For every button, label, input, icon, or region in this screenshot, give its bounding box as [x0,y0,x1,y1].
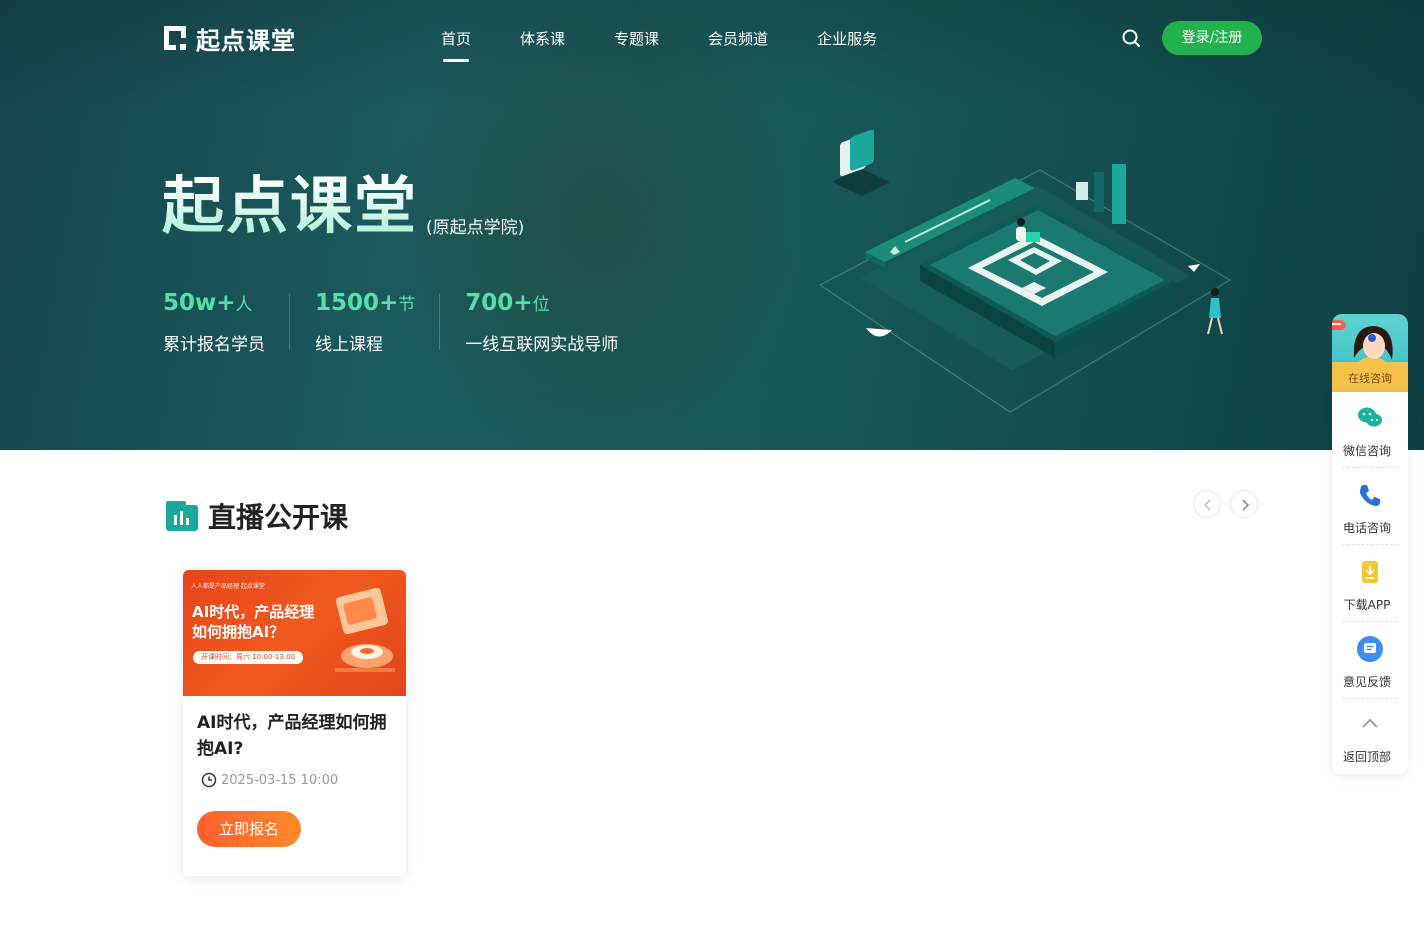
course-title: AI时代，产品经理如何拥抱AI? [197,713,387,759]
cover-headline: AI时代，产品经理 如何拥抱AI？ [192,602,314,642]
top-nav: 起点课堂 首页 体系课 专题课 会员频道 企业服务 登录/注册 [0,0,1424,76]
chevron-up-icon [1362,718,1378,728]
chevron-left-icon [1203,499,1211,511]
stat-students-unit: 人 [235,295,253,315]
hero-subtitle: (原起点学院) [426,218,525,238]
stat-courses-label: 线上课程 [315,335,383,355]
sidebar-item-feedback[interactable]: 意见反馈 [1332,623,1408,699]
nav-link-membership[interactable]: 会员频道 [708,28,768,49]
cover-ai-illustration-icon [335,587,395,672]
divider [1342,544,1398,545]
stat-mentors-label: 一线互联网实战导师 [465,335,619,355]
carousel-next-button[interactable] [1230,490,1258,518]
stat-students: 50w+人 累计报名学员 [163,288,290,355]
live-chart-icon [166,501,198,531]
stat-courses-unit: 节 [398,295,416,315]
signup-button[interactable]: 立即报名 [197,811,301,847]
nav-link-system-course[interactable]: 体系课 [520,28,565,49]
stat-courses: 1500+节 线上课程 [315,288,441,355]
sidebar-item-feedback-label: 意见反馈 [1342,675,1391,689]
cover-time-pill: 开课时间：周六 10:00-13:00 [193,651,304,664]
sidebar-item-phone[interactable]: 电话咨询 [1332,469,1408,545]
nav-link-topic-course[interactable]: 专题课 [614,28,659,49]
course-cover-image: 人人都是产品经理 起点课堂 AI时代，产品经理 如何拥抱AI？ 开课时间：周六 … [183,570,406,696]
sidebar-item-back-to-top-label: 返回顶部 [1342,750,1391,764]
nav-link-home[interactable]: 首页 [441,28,471,62]
logo-text: 起点课堂 [196,26,296,55]
logo-icon [164,26,186,50]
course-date-text: 2025-03-15 10:00 [221,772,339,788]
course-date: 2025-03-15 10:00 [201,772,338,788]
hero-title-text: 起点课堂 [162,169,419,242]
hero-stats: 50w+人 累计报名学员 1500+节 线上课程 700+位 一线互联网实战导师 [163,288,668,355]
cover-headline-line1: AI时代，产品经理 [192,603,315,621]
stat-courses-number: 1500+ [315,290,399,316]
sidebar-panel: 微信咨询 电话咨询 下载APP 意见反馈 返回顶部 [1332,392,1408,774]
divider [1342,467,1398,468]
stat-mentors-number: 700+ [465,290,533,316]
live-course-card[interactable]: 人人都是产品经理 起点课堂 AI时代，产品经理 如何拥抱AI？ 开课时间：周六 … [183,570,406,876]
sidebar-item-wechat[interactable]: 微信咨询 [1332,392,1408,468]
online-consult-button[interactable]: 在线咨询 [1332,314,1408,392]
nav-links: 首页 体系课 专题课 会员频道 企业服务 [441,28,926,62]
phone-icon [1360,485,1380,506]
divider [1342,621,1398,622]
section-live-header: 直播公开课 [166,496,348,536]
sidebar-item-download-app[interactable]: 下载APP [1332,546,1408,622]
hero-illustration [818,130,1232,413]
clock-icon [201,772,217,788]
wechat-icon [1358,407,1382,427]
search-icon[interactable] [1120,27,1142,49]
carousel-prev-button[interactable] [1193,490,1221,518]
sidebar-item-wechat-label: 微信咨询 [1342,444,1391,458]
stat-mentors: 700+位 一线互联网实战导师 [465,288,643,355]
cover-brand-text: 人人都是产品经理 起点课堂 [191,583,265,590]
hero-title: 起点课堂 (原起点学院) [162,170,524,242]
download-icon [1362,561,1378,583]
section-live-title: 直播公开课 [208,501,349,534]
sidebar-item-download-app-label: 下载APP [1343,598,1391,612]
online-consult-label: 在线咨询 [1348,372,1392,385]
chevron-right-icon [1242,499,1250,511]
logo[interactable]: 起点课堂 [162,22,296,55]
nav-link-enterprise[interactable]: 企业服务 [817,28,877,49]
sidebar-item-back-to-top[interactable]: 返回顶部 [1332,698,1408,774]
stat-students-number: 50w+ [163,290,236,316]
hero-banner: 起点课堂 首页 体系课 专题课 会员频道 企业服务 登录/注册 起点课堂 (原起… [0,0,1424,450]
stat-students-label: 累计报名学员 [163,335,265,355]
sidebar-item-phone-label: 电话咨询 [1342,521,1391,535]
login-register-button[interactable]: 登录/注册 [1162,21,1262,55]
feedback-icon [1357,636,1383,662]
stat-mentors-unit: 位 [532,295,550,315]
cover-headline-line2: 如何拥抱AI？ [192,623,285,641]
